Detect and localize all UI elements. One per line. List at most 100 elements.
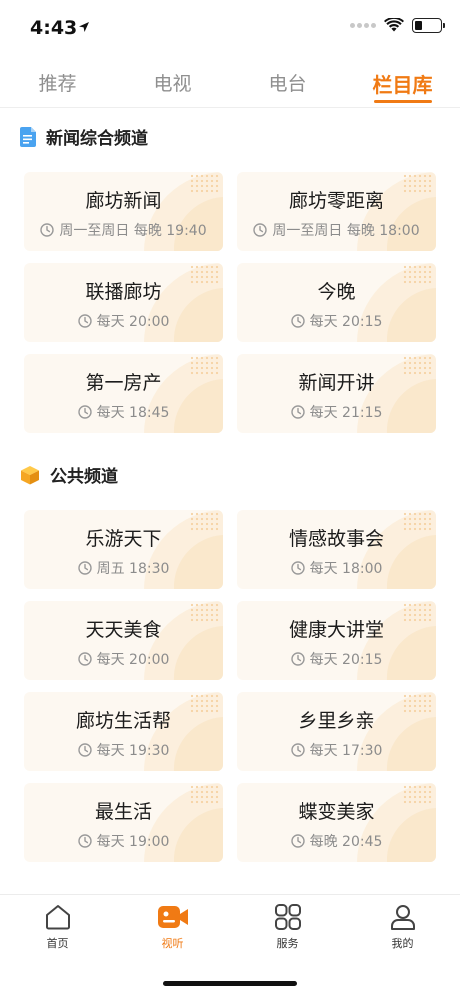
program-schedule: 每天 20:15 [237,311,436,331]
status-indicators [350,18,445,33]
program-card[interactable]: 健康大讲堂每天 20:15 [237,601,436,680]
clock-icon [77,743,92,757]
program-library-content[interactable]: 新闻综合频道 廊坊新闻 周一至周日 每晚 19:40 廊坊零距离 周一至周日 每晚 1… [0,108,460,894]
program-title: 今晚 [317,281,356,303]
program-title: 联播廊坊 [85,281,162,303]
program-card[interactable]: 天天美食每天 20:00 [24,601,223,680]
clock-icon [290,314,305,328]
user-icon [390,905,415,930]
program-card[interactable]: 新闻开讲每天 21:15 [237,354,436,433]
program-schedule: 每天 17:30 [237,740,436,760]
location-arrow-icon [79,22,89,32]
clock-icon [253,223,268,237]
schedule-text: 每天 20:00 [96,314,170,330]
nav-media[interactable]: 视听 [115,895,230,959]
program-schedule: 每天 21:15 [237,402,436,422]
clock-icon [77,405,92,419]
nav-services[interactable]: 服务 [230,895,345,959]
program-title: 健康大讲堂 [288,619,384,641]
nav-label: 我的 [391,937,414,950]
schedule-text: 每天 19:30 [96,743,170,759]
program-title: 最生活 [94,801,152,823]
nav-label: 首页 [46,937,69,950]
nav-label: 服务 [276,937,299,950]
box-icon [21,465,39,484]
clock-icon [290,405,305,419]
top-tabs: 推荐 电视 电台 栏目库 [0,56,460,108]
tab-program-library[interactable]: 栏目库 [345,56,460,107]
status-time: 4:43 [30,17,78,39]
schedule-text: 每天 21:15 [309,405,383,421]
tab-tv[interactable]: 电视 [115,56,230,107]
program-schedule: 每晚 20:45 [237,831,436,851]
program-card[interactable]: 乐游天下周五 18:30 [24,510,223,589]
program-card[interactable]: 蝶变美家 每晚 20:45 [237,783,436,862]
program-title: 乡里乡亲 [298,710,375,732]
program-card[interactable]: 第一房产每天 18:45 [24,354,223,433]
schedule-text: 每天 19:00 [96,834,170,850]
program-title: 廊坊零距离 [288,190,384,212]
program-title: 情感故事会 [288,528,384,550]
schedule-text: 周五 18:30 [96,561,170,577]
clock-icon [40,223,55,237]
schedule-text: 每天 18:00 [309,561,383,577]
program-title: 新闻开讲 [298,372,375,394]
tab-radio[interactable]: 电台 [230,56,345,107]
program-card[interactable]: 乡里乡亲每天 17:30 [237,692,436,771]
schedule-text: 周一至周日 每晚 18:00 [272,223,420,239]
clock-icon [77,834,92,848]
schedule-text: 每晚 20:45 [309,834,383,850]
program-title: 廊坊新闻 [85,190,162,212]
section-title: 新闻综合频道 [46,129,148,149]
program-card[interactable]: 情感故事会每天 18:00 [237,510,436,589]
clock-icon [290,652,305,666]
schedule-text: 周一至周日 每晚 19:40 [59,223,207,239]
program-card[interactable]: 廊坊零距离周一至周日 每晚 18:00 [237,172,436,251]
clock-icon [290,834,305,848]
schedule-text: 每天 20:15 [309,652,383,668]
program-card[interactable]: 今晚每天 20:15 [237,263,436,342]
program-title: 廊坊生活帮 [75,710,171,732]
program-schedule: 每天 19:30 [24,740,223,760]
video-icon [157,906,188,928]
program-schedule: 每天 20:15 [237,649,436,669]
program-schedule: 每天 19:00 [24,831,223,851]
clock-icon [77,561,92,575]
signal-icon [350,23,376,28]
nav-label: 视听 [161,937,184,950]
nav-profile[interactable]: 我的 [345,895,460,959]
schedule-text: 每天 20:00 [96,652,170,668]
clock-icon [77,652,92,666]
nav-home[interactable]: 首页 [0,895,115,959]
clock-icon [77,314,92,328]
battery-icon [412,18,445,33]
program-schedule: 每天 20:00 [24,311,223,331]
program-title: 乐游天下 [85,528,162,550]
status-bar: 4:43 [0,0,460,56]
program-title: 第一房产 [85,372,162,394]
program-schedule: 周一至周日 每晚 19:40 [24,220,223,240]
tab-recommend[interactable]: 推荐 [0,56,115,107]
program-schedule: 每天 18:00 [237,558,436,578]
program-card[interactable]: 廊坊生活帮每天 19:30 [24,692,223,771]
section-header-public: 公共频道 [20,462,118,487]
program-card[interactable]: 廊坊新闻周一至周日 每晚 19:40 [24,172,223,251]
bottom-nav: 首页 视听 服务 我的 [0,894,460,996]
home-indicator [163,981,297,986]
program-schedule: 周五 18:30 [24,558,223,578]
schedule-text: 每天 20:15 [309,314,383,330]
program-card[interactable]: 联播廊坊每天 20:00 [24,263,223,342]
home-icon [45,905,70,930]
program-card[interactable]: 最生活每天 19:00 [24,783,223,862]
document-icon [20,126,36,147]
program-title: 天天美食 [85,619,162,641]
program-schedule: 每天 18:45 [24,402,223,422]
grid-icon [274,904,301,930]
section-title: 公共频道 [50,467,118,487]
clock-icon [290,743,305,757]
clock-icon [290,561,305,575]
schedule-text: 每天 17:30 [309,743,383,759]
program-grid-public: 乐游天下 周五 18:30 情感故事会 每天 18:00 天天美食 每天 20:00 健康大… [24,510,436,862]
wifi-icon [384,18,404,32]
schedule-text: 每天 18:45 [96,405,170,421]
